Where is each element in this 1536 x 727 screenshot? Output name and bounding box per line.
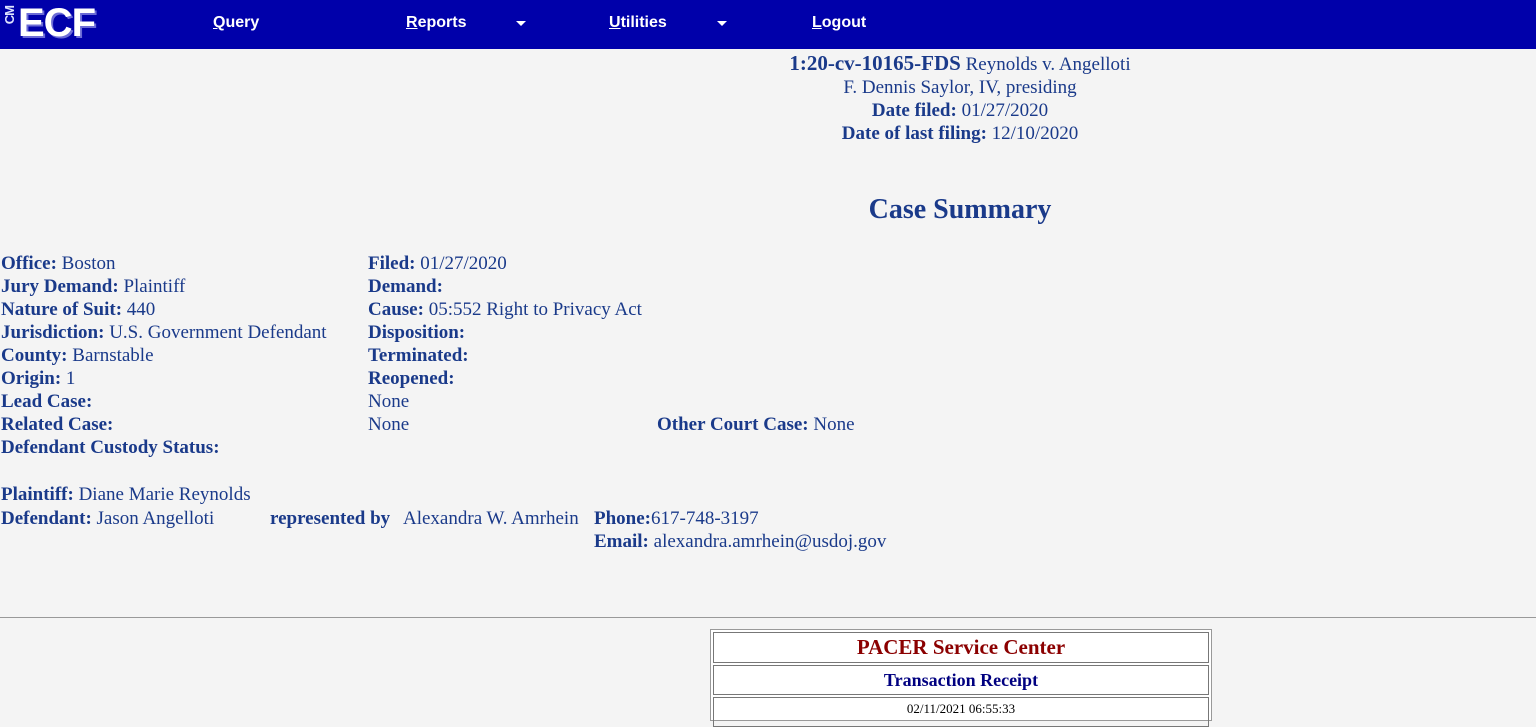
date-filed-line: Date filed: 01/27/2020: [0, 100, 1536, 122]
date-filed-value: 01/27/2020: [961, 100, 1049, 121]
custody-status-label: Defendant Custody Status:: [1, 437, 220, 458]
cause-value: 05:552 Right to Privacy Act: [428, 299, 642, 320]
case-summary-heading: Case Summary: [868, 194, 1052, 225]
logout-link[interactable]: Logout: [812, 14, 866, 32]
nature-of-suit-label: Nature of Suit:: [1, 299, 123, 320]
reports-dropdown-arrow-icon[interactable]: [516, 21, 526, 26]
disposition-field: Disposition:: [368, 322, 465, 344]
logo-ecf-text: ECF: [18, 1, 96, 45]
other-court-case-value: None: [813, 414, 855, 435]
attorney-name: Alexandra W. Amrhein: [403, 508, 579, 529]
query-accesskey: Q: [213, 14, 226, 31]
demand-label: Demand:: [368, 276, 443, 297]
logo-cm-text: CM: [2, 6, 17, 25]
last-filing-value: 12/10/2020: [991, 123, 1079, 144]
receipt-timestamp: 02/11/2021 06:55:33: [713, 697, 1209, 727]
cmecf-logo: CM ECF: [0, 0, 120, 49]
reopened-label: Reopened:: [368, 368, 455, 389]
cause-label: Cause:: [368, 299, 424, 320]
origin-field: Origin: 1: [1, 368, 75, 390]
defendant-name: Jason Angelloti: [96, 508, 215, 529]
represented-by-label: represented by: [270, 508, 391, 529]
filed-label: Filed:: [368, 253, 416, 274]
county-field: County: Barnstable: [1, 345, 154, 367]
jurisdiction-label: Jurisdiction:: [1, 322, 105, 343]
nature-of-suit-field: Nature of Suit: 440: [1, 299, 155, 321]
utilities-label: tilities: [620, 14, 667, 31]
terminated-field: Terminated:: [368, 345, 469, 367]
related-case-label: Related Case:: [1, 414, 114, 435]
transaction-receipt-subtitle: Transaction Receipt: [713, 665, 1209, 695]
lead-case-label: Lead Case:: [1, 391, 93, 412]
utilities-accesskey: U: [609, 14, 621, 31]
cause-field: Cause: 05:552 Right to Privacy Act: [368, 299, 642, 321]
custody-status-field: Defendant Custody Status:: [1, 437, 220, 459]
case-title-line: 1:20-cv-10165-FDS Reynolds v. Angelloti: [0, 51, 1536, 76]
query-label: uery: [225, 14, 260, 31]
email-label: Email:: [594, 531, 649, 552]
jury-demand-label: Jury Demand:: [1, 276, 119, 297]
disposition-label: Disposition:: [368, 322, 466, 343]
date-filed-label: Date filed:: [871, 100, 957, 121]
pacer-receipt-table: PACER Service Center Transaction Receipt…: [710, 629, 1212, 727]
phone-value: 617-748-3197: [651, 508, 759, 529]
logout-label: ogout: [821, 14, 867, 31]
demand-field: Demand:: [368, 276, 443, 298]
reports-menu-link[interactable]: Reports: [406, 14, 466, 32]
top-navigation-bar: CM ECF Query Reports Utilities Logout: [0, 0, 1536, 49]
other-court-case-field: Other Court Case: None: [657, 414, 855, 436]
jury-demand-value: Plaintiff: [123, 276, 186, 297]
attorney-email: Email: alexandra.amrhein@usdoj.gov: [594, 531, 886, 553]
filed-value: 01/27/2020: [420, 253, 507, 274]
lead-case-value: None: [368, 391, 410, 412]
origin-label: Origin:: [1, 368, 62, 389]
logout-accesskey: L: [812, 14, 822, 31]
other-court-case-label: Other Court Case:: [657, 414, 809, 435]
plaintiff-name: Diane Marie Reynolds: [78, 484, 251, 505]
email-value: alexandra.amrhein@usdoj.gov: [653, 531, 887, 552]
presiding-judge: F. Dennis Saylor, IV, presiding: [843, 77, 1077, 98]
nature-of-suit-value: 440: [126, 299, 156, 320]
reports-accesskey: R: [406, 14, 418, 31]
case-title: Reynolds v. Angelloti: [965, 54, 1131, 75]
lead-case-field: Lead Case:: [1, 391, 92, 413]
pacer-service-center-title: PACER Service Center: [713, 632, 1209, 663]
office-label: Office:: [1, 253, 57, 274]
reports-label: eports: [417, 14, 467, 31]
defendant-label: Defendant:: [1, 508, 92, 529]
related-case-field: Related Case:: [1, 414, 113, 436]
terminated-label: Terminated:: [368, 345, 469, 366]
origin-value: 1: [65, 368, 76, 389]
attorney-phone: Phone:617-748-3197: [594, 508, 759, 530]
related-case-value: None: [368, 414, 410, 435]
query-menu-link[interactable]: Query: [213, 14, 259, 32]
last-filing-label: Date of last filing:: [841, 123, 987, 144]
defendant-row: Defendant: Jason Angelloti: [1, 508, 214, 530]
jurisdiction-field: Jurisdiction: U.S. Government Defendant: [1, 322, 327, 344]
utilities-dropdown-arrow-icon[interactable]: [717, 21, 727, 26]
case-number: 1:20-cv-10165-FDS: [789, 51, 961, 75]
horizontal-divider: [0, 617, 1536, 618]
filed-field: Filed: 01/27/2020: [368, 253, 507, 275]
utilities-menu-link[interactable]: Utilities: [609, 14, 667, 32]
office-field: Office: Boston: [1, 253, 116, 275]
office-value: Boston: [61, 253, 116, 274]
county-value: Barnstable: [72, 345, 154, 366]
plaintiff-row: Plaintiff: Diane Marie Reynolds: [1, 484, 251, 506]
jurisdiction-value: U.S. Government Defendant: [109, 322, 327, 343]
plaintiff-label: Plaintiff:: [1, 484, 74, 505]
last-filing-line: Date of last filing: 12/10/2020: [0, 123, 1536, 145]
phone-label: Phone:: [594, 508, 651, 529]
reopened-field: Reopened:: [368, 368, 455, 390]
jury-demand-field: Jury Demand: Plaintiff: [1, 276, 185, 298]
county-label: County:: [1, 345, 68, 366]
